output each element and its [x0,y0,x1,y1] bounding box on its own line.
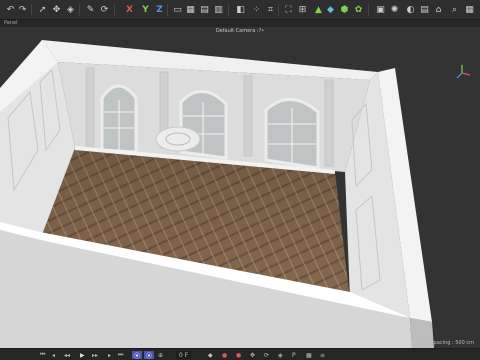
prev-frame-icon[interactable]: ◂◂ [64,351,70,359]
cube-icon[interactable]: ◆ [324,3,337,16]
pilaster [85,67,95,149]
key-param-icon[interactable]: P [292,351,296,359]
ceiling-rosette [155,126,201,152]
points-icon[interactable]: ⁘ [250,3,263,16]
edges-icon[interactable]: ⌗ [264,3,277,16]
render-settings-icon[interactable]: ▥ [212,3,225,16]
key-position-icon[interactable]: ✥ [250,351,255,359]
3d-viewport[interactable] [0,27,480,348]
pilaster [324,79,334,167]
pilaster [243,75,253,157]
home-icon[interactable]: ⌂ [432,3,445,16]
panel-menu[interactable]: Panel [4,20,18,27]
layout-switch-icon[interactable]: ▦ [463,3,476,16]
next-frame-icon[interactable]: ▸▸ [92,351,98,359]
display-icon[interactable]: ◐ [404,3,417,16]
first-frame-icon[interactable]: ⏮ [40,351,45,359]
prev-key-icon[interactable]: ◂ [52,351,55,359]
toolbar-separator [114,4,115,16]
toolbar-separator [167,4,168,16]
timeline-menu-icon[interactable]: ≡ [320,351,325,359]
snap-icon[interactable]: ⛶ [282,3,295,16]
pen-icon[interactable]: ✎ [84,3,97,16]
frame-field[interactable]: 0 F [176,351,192,359]
toolbar-separator [79,4,80,16]
frame-icon[interactable]: ▭ [171,3,184,16]
play-icon[interactable]: ▶ [80,351,85,359]
render-region-icon[interactable]: ▦ [184,3,197,16]
redo-icon[interactable]: ↷ [16,3,29,16]
arched-window [100,84,138,154]
timeline-bar: ⏮ ◂ ◂◂ ▶ ▸▸ ▸ ⏭ ⦿ ⦿ ⊕ 0 F ◆ ● ● ✥ ⟳ ◈ P … [0,348,480,360]
spline-icon[interactable]: ✿ [352,3,365,16]
toolbar-separator [278,4,279,16]
toolbar-separator [228,4,229,16]
move-icon[interactable]: ✥ [50,3,63,16]
autokey-icon[interactable]: ⦿ [144,351,155,360]
next-key-icon[interactable]: ▸ [108,351,111,359]
toolbar-separator [368,4,369,16]
scale-icon[interactable]: ◈ [64,3,77,16]
subdivision-icon[interactable]: ⬢ [338,3,351,16]
keyframe-icon[interactable]: ◆ [208,351,213,359]
camera-label[interactable]: Default Camera :?• [0,28,480,34]
motion-icon[interactable]: ⊕ [158,351,163,359]
render-icon[interactable]: ▤ [198,3,211,16]
record-key-icon[interactable]: ● [222,351,227,359]
camera-icon[interactable]: ▣ [374,3,387,16]
select-icon[interactable]: ➚ [36,3,49,16]
viewport-menubar [0,20,480,27]
auto-record-icon[interactable]: ● [236,351,241,359]
search-icon[interactable]: ⌕ [448,3,461,16]
key-scale-icon[interactable]: ◈ [278,351,283,359]
axis-z-toggle[interactable]: Z [153,3,166,16]
last-frame-icon[interactable]: ⏭ [118,351,123,359]
workplane-icon[interactable]: ⊞ [296,3,309,16]
light-icon[interactable]: ✺ [388,3,401,16]
key-pla-icon[interactable]: ▦ [306,351,312,359]
grid-spacing-label: Grid Spacing : 500 cm [418,340,474,346]
arched-window [264,98,320,170]
record-icon[interactable]: ⦿ [132,351,143,360]
main-toolbar: ↶ ↷ ➚ ✥ ◈ ✎ ⟳ X Y Z ▭ ▦ ▤ ▥ ◧ ⁘ ⌗ ⛶ ⊞ ▲ … [0,0,480,20]
axis-gizmo [456,65,471,79]
axis-x-toggle[interactable]: X [123,3,136,16]
rotate-icon[interactable]: ⟳ [98,3,111,16]
model-icon[interactable]: ◧ [234,3,247,16]
key-rotation-icon[interactable]: ⟳ [264,351,269,359]
scene-render [0,40,434,348]
layout-icon[interactable]: ▤ [418,3,431,16]
toolbar-separator [31,4,32,16]
axis-y-toggle[interactable]: Y [139,3,152,16]
